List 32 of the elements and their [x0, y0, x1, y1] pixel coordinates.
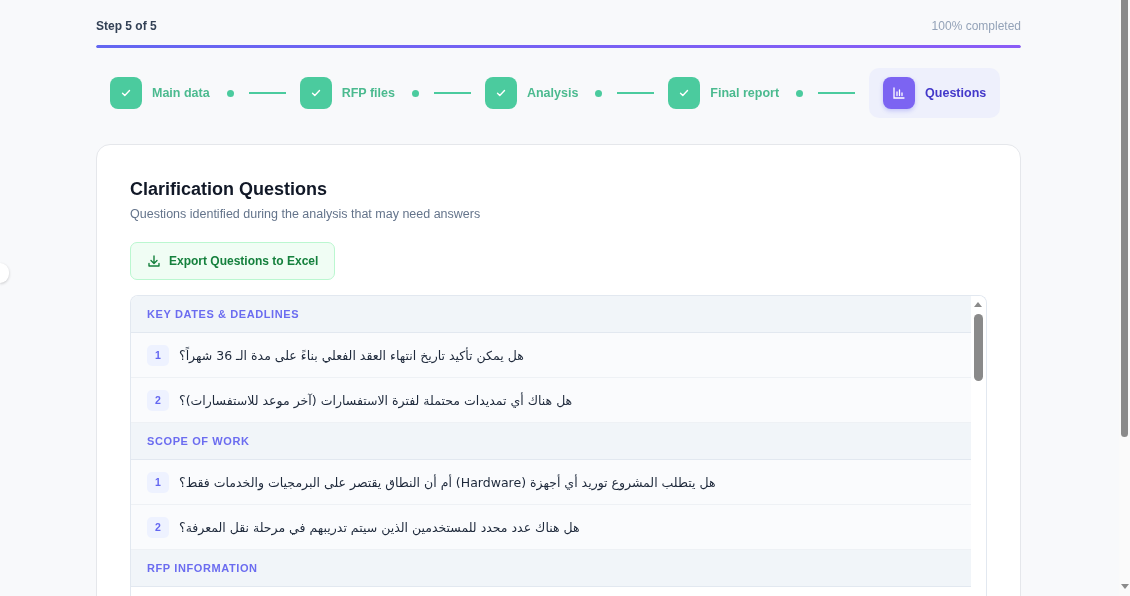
step-item[interactable]: RFP files — [299, 68, 419, 118]
question-text: هل هناك أي تمديدات محتملة لفترة الاستفسارات (آخر موعد للاستفسارات)؟ — [179, 392, 573, 408]
check-icon — [494, 87, 507, 99]
section-header: KEY DATES & DEADLINES — [131, 296, 971, 333]
question-text: هل هناك عدد محدد للمستخدمين الذين سيتم تدريبهم في مرحلة نقل المعرفة؟ — [179, 519, 580, 535]
question-number: 2 — [147, 516, 169, 538]
check-icon — [120, 87, 132, 99]
question-number: 1 — [147, 344, 169, 366]
status-dot — [411, 89, 419, 97]
section-header: SCOPE OF WORK — [131, 423, 971, 460]
step-item[interactable]: Final report — [668, 68, 804, 118]
question-text: هل يتطلب المشروع توريد أي أجهزة (Hardware) أم أن النطاق يقتصر على البرمجيات والخدمات فقط؟ — [179, 474, 716, 490]
check-icon — [678, 87, 691, 99]
question-number: 2 — [147, 389, 169, 411]
export-button[interactable]: Export Questions to Excel — [130, 242, 336, 280]
status-dot — [226, 89, 234, 97]
card-subtitle: Questions identified during the analysis that may need answers — [130, 207, 482, 221]
question-number: 1 — [147, 471, 169, 493]
question-text: هل يمكن تأكيد تاريخ انتهاء العقد الفعلي بناءً على مدة الـ 36 شهراً؟ — [179, 347, 524, 363]
download-icon — [147, 254, 161, 268]
step-item[interactable]: Questions — [869, 68, 1001, 118]
status-dot — [595, 89, 603, 97]
bar-chart-icon — [892, 86, 907, 100]
collapse-handle[interactable] — [0, 263, 9, 283]
check-icon — [309, 87, 322, 99]
step-item[interactable]: Analysis — [484, 68, 603, 118]
card-title: Clarification Questions — [130, 178, 329, 200]
step-item[interactable]: Main data — [110, 68, 234, 118]
completion-text: 100% completed — [931, 19, 1021, 33]
status-dot — [796, 89, 804, 97]
step-counter: Step 5 of 5 — [96, 19, 157, 33]
section-header: RFP INFORMATION — [131, 550, 971, 587]
